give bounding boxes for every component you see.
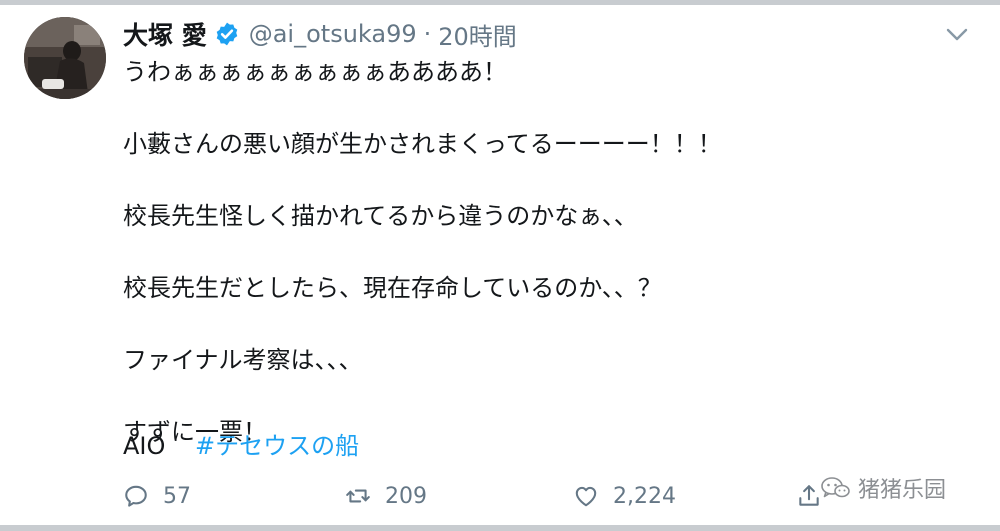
separator-dot: · [423,20,432,48]
share-button[interactable] [796,478,822,514]
display-name[interactable]: 大塚 愛 [123,16,207,52]
watermark-text: 猪猪乐园 [858,478,947,503]
wechat-icon [821,477,850,498]
tweet-menu-button[interactable] [940,20,974,50]
reply-count: 57 [163,483,191,509]
tweet-line: 校長先生怪しく描かれてるから違うのかなぁ、、 [123,202,638,230]
tweet-text: うわぁぁぁぁぁぁぁぁぁああああ！ 小藪さんの悪い顔が生かされまくってるーーーー！… [123,54,953,450]
heart-icon [575,486,597,507]
retweet-button[interactable]: 209 [345,478,427,514]
hashtag-link[interactable]: #テセウスの船 [195,432,359,460]
top-frame-border [0,0,1000,5]
reply-icon [125,485,147,507]
tweet-line: ファイナル考察は、、、 [123,346,363,374]
tweet-line: 校長先生だとしたら、現在存命しているのか、、？ [123,274,662,302]
retweet-icon [346,489,370,503]
retweet-count: 209 [385,483,427,509]
like-count: 2,224 [613,483,676,509]
like-button[interactable]: 2,224 [573,478,676,514]
tweet-header: 大塚 愛 @ai_otsuka99 · 20時間 [123,14,517,54]
user-handle[interactable]: @ai_otsuka99 [249,20,417,48]
tweet-line: うわぁぁぁぁぁぁぁぁぁああああ！ [123,58,507,86]
avatar[interactable] [24,17,106,99]
tweet-timestamp[interactable]: 20時間 [438,17,517,52]
bottom-frame-border [0,525,1000,531]
chevron-down-icon [946,28,968,41]
tweet-tag-line: AIO #テセウスの船 [123,428,359,464]
tweet-line: 小藪さんの悪い顔が生かされまくってるーーーー！！！ [123,130,722,158]
watermark: 猪猪乐园 [820,470,946,506]
share-icon [799,485,819,506]
avatar-photo [24,17,106,99]
reply-button[interactable]: 57 [123,478,191,514]
verified-badge-icon [214,21,240,47]
tag-text: AIO [123,432,166,460]
